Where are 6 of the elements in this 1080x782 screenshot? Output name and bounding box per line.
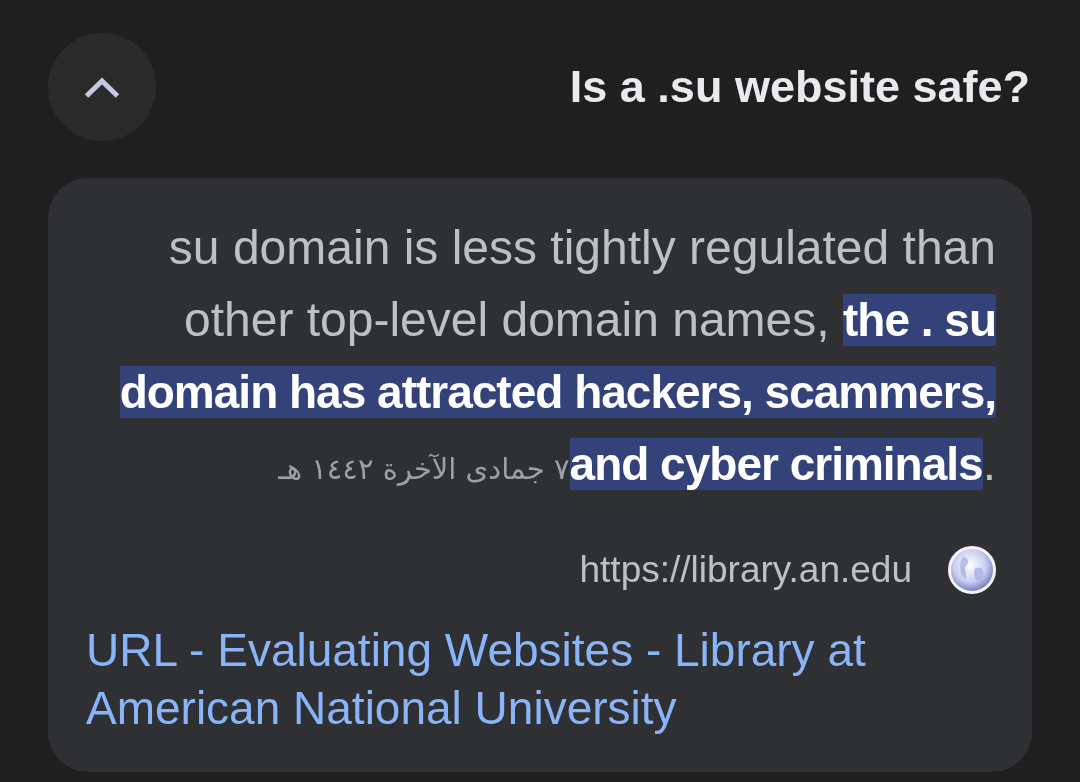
result-title-link[interactable]: URL - Evaluating Websites - Library at American National University: [86, 621, 996, 737]
question-title: Is a .su website safe?: [569, 60, 1030, 114]
globe-icon: [948, 546, 996, 594]
chevron-up-icon: [84, 76, 120, 98]
source-url: https://library.an.edu: [579, 548, 912, 592]
date-text: ٧ جمادى الآخرة ١٤٤٢ هـ: [278, 451, 570, 488]
